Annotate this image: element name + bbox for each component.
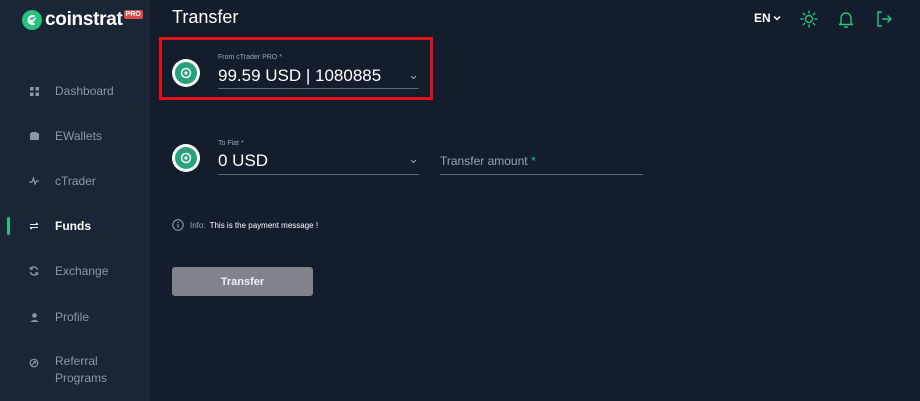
info-icon <box>172 219 184 231</box>
chevron-down-icon <box>773 15 781 21</box>
transfer-amount-placeholder: Transfer amount * <box>440 154 536 168</box>
to-account-select[interactable]: To Fiat * 0 USD <box>218 139 419 175</box>
chevron-down-icon <box>410 159 417 164</box>
user-icon <box>29 312 39 322</box>
language-selector[interactable]: EN <box>754 11 781 25</box>
sun-icon[interactable] <box>800 10 818 28</box>
sidebar-item-label-line1: Referral <box>55 354 98 368</box>
sidebar-item-profile[interactable]: Profile <box>0 305 150 329</box>
page-title: Transfer <box>172 7 239 27</box>
sidebar-item-label: EWallets <box>55 129 102 143</box>
to-account-label: To Fiat * <box>218 140 244 147</box>
sidebar-item-exchange[interactable]: Exchange <box>0 259 150 283</box>
info-text: This is the payment message ! <box>209 220 319 230</box>
sidebar-item-label: Profile <box>55 310 90 324</box>
sidebar-item-label: Funds <box>55 219 91 233</box>
sidebar-item-label: Exchange <box>55 264 109 278</box>
bell-icon[interactable] <box>837 10 855 28</box>
grid-icon <box>29 86 39 96</box>
fiat-coin-icon <box>172 144 200 172</box>
sidebar-item-ctrader[interactable]: cTrader <box>0 169 150 193</box>
transfer-button[interactable]: Transfer <box>172 267 313 296</box>
transfer-amount-placeholder-text: Transfer amount <box>440 154 528 168</box>
transfer-arrows-icon <box>29 221 39 231</box>
sidebar-item-label: Dashboard <box>55 84 114 98</box>
brand-name: coinstrat <box>45 9 123 30</box>
brand-pro-badge: PRO <box>123 9 143 19</box>
transfer-amount-input[interactable]: Transfer amount * <box>440 150 643 175</box>
sidebar-item-label-line2: Programs <box>55 371 108 385</box>
referral-icon <box>29 358 39 368</box>
brand-logo[interactable]: coinstrat PRO <box>22 9 143 31</box>
sidebar-item-ewallets[interactable]: EWallets <box>0 124 150 148</box>
logout-icon[interactable] <box>875 10 893 28</box>
sidebar: coinstrat PRO Dashboard EWallets cTrader <box>0 0 150 401</box>
coinstrat-logo-icon <box>22 10 42 30</box>
wallet-icon <box>29 131 39 141</box>
info-message: Info: This is the payment message ! <box>172 219 318 231</box>
language-label: EN <box>754 11 771 25</box>
highlight-box <box>159 37 433 100</box>
sidebar-item-funds[interactable]: Funds <box>0 214 150 238</box>
sidebar-item-referral-programs[interactable]: Referral Programs <box>0 352 150 388</box>
required-mark: * <box>530 154 536 168</box>
sidebar-item-dashboard[interactable]: Dashboard <box>0 79 150 103</box>
sidebar-item-label: cTrader <box>55 174 96 188</box>
refresh-icon <box>29 266 39 276</box>
active-indicator <box>7 217 10 235</box>
to-account-value: 0 USD <box>218 151 269 170</box>
sidebar-item-label: Referral Programs <box>55 353 107 387</box>
pulse-icon <box>29 176 39 186</box>
info-prefix: Info: <box>190 220 206 230</box>
